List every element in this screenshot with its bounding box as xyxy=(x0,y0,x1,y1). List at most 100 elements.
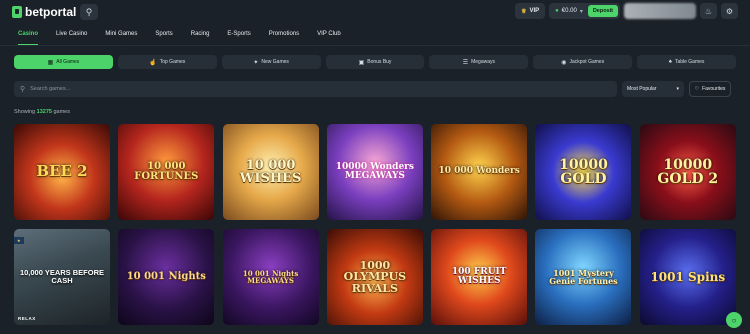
game-tile[interactable]: 100 FRUIT WISHES xyxy=(431,229,528,325)
layers-icon: ☰ xyxy=(462,59,469,66)
new-badge: ★ xyxy=(14,237,24,244)
game-title: BEE 2 xyxy=(36,162,88,181)
game-title: 10 000 WISHES xyxy=(239,157,302,186)
live-chat-button[interactable]: ○ xyxy=(726,312,742,328)
game-title: 1001 Spins xyxy=(650,269,726,284)
game-tile[interactable]: 10000 GOLD xyxy=(535,124,632,220)
category-all-games[interactable]: ▦ All Games xyxy=(14,55,113,69)
game-tile[interactable]: 1001 Mystery Genie Fortunes xyxy=(535,229,632,325)
category-jackpot-games[interactable]: ◉ Jackpot Games xyxy=(533,55,633,69)
bell-icon: ♨ xyxy=(704,6,713,16)
coin-icon: ● xyxy=(555,8,559,14)
gear-icon: ⚙ xyxy=(725,6,734,16)
game-grid: BEE 2 10 000 FORTUNES 10 000 WISHES 1000… xyxy=(14,124,736,325)
search-icon: ⚲ xyxy=(20,86,26,93)
main-nav: Casino Live Casino Mini Games Sports Rac… xyxy=(18,31,359,45)
results-number: 13275 xyxy=(36,109,52,115)
sort-dropdown[interactable]: Most Popular ▾ xyxy=(622,81,684,97)
logo-icon xyxy=(12,6,22,18)
game-tile[interactable]: 1000 OLYMPUS RIVALS xyxy=(326,229,423,325)
nav-tab-racing[interactable]: Racing xyxy=(191,31,210,45)
category-label: New Games xyxy=(261,59,289,65)
top-bar: betportal ⚲ ♕ VIP ● €0.00 ▾ Deposit ♨ ⚙ xyxy=(0,0,750,24)
game-title: 1000 OLYMPUS RIVALS xyxy=(343,259,407,295)
thumb-icon: ☝ xyxy=(149,59,157,66)
provider-label: RELAX xyxy=(18,316,36,321)
header-actions: ♕ VIP ● €0.00 ▾ Deposit ♨ ⚙ xyxy=(515,3,738,19)
vip-button[interactable]: ♕ VIP xyxy=(515,3,546,19)
game-title: 10000 GOLD 2 xyxy=(657,156,719,187)
header-search-button[interactable]: ⚲ xyxy=(80,4,98,20)
results-suffix: games xyxy=(53,109,70,115)
favourites-label: Favourites xyxy=(702,86,726,92)
wallet[interactable]: ● €0.00 ▾ Deposit xyxy=(549,3,620,19)
category-filters: ▦ All Games ☝ Top Games ✦ New Games ▣ Bo… xyxy=(14,55,737,69)
balance-display[interactable]: ● €0.00 ▾ xyxy=(555,8,583,15)
category-label: Megaways xyxy=(471,59,496,65)
nav-tab-promotions[interactable]: Promotions xyxy=(269,31,299,45)
heart-icon: ♡ xyxy=(694,86,700,92)
chevron-down-icon: ▾ xyxy=(579,8,583,15)
nav-tab-esports[interactable]: E-Sports xyxy=(227,31,250,45)
category-table-games[interactable]: ♠ Table Games xyxy=(637,55,737,69)
nav-tab-vip-club[interactable]: VIP Club xyxy=(317,31,341,45)
game-tile[interactable]: 10 000 WISHES xyxy=(222,124,319,220)
game-title: 10000 GOLD xyxy=(559,156,608,187)
category-label: Jackpot Games xyxy=(569,59,605,65)
nav-tab-casino[interactable]: Casino xyxy=(18,31,39,45)
chevron-down-icon: ▾ xyxy=(676,86,679,92)
nav-tab-sports[interactable]: Sports xyxy=(155,31,172,45)
vip-label: VIP xyxy=(529,8,540,14)
game-tile[interactable]: 10 000 Wonders xyxy=(431,124,528,220)
category-megaways[interactable]: ☰ Megaways xyxy=(429,55,529,69)
sparkle-icon: ✦ xyxy=(253,59,259,66)
notifications-button[interactable]: ♨ xyxy=(700,3,717,19)
game-tile[interactable]: ★ 10,000 YEARS BEFORE CASH RELAX xyxy=(14,229,110,325)
results-count: Showing 13275 games xyxy=(14,109,70,115)
settings-button[interactable]: ⚙ xyxy=(721,3,738,19)
game-title: 10 000 Wonders xyxy=(438,166,520,177)
game-tile[interactable]: 10 001 Nights MEGAWAYS xyxy=(222,229,319,325)
game-tile[interactable]: 10 000 FORTUNES xyxy=(118,124,215,220)
game-title: 10,000 YEARS BEFORE CASH xyxy=(19,268,105,285)
sort-value: Most Popular xyxy=(627,86,657,92)
nav-tab-live-casino[interactable]: Live Casino xyxy=(56,31,87,45)
game-tile[interactable]: 10000 Wonders MEGAWAYS xyxy=(326,124,423,220)
cart-icon: ▣ xyxy=(358,59,365,66)
search-icon: ⚲ xyxy=(85,6,93,17)
crown-icon: ♕ xyxy=(521,8,527,15)
game-tile[interactable]: BEE 2 xyxy=(14,124,110,220)
brand-logo[interactable]: betportal xyxy=(12,5,76,19)
grid-icon: ▦ xyxy=(47,59,54,66)
game-title: 10000 Wonders MEGAWAYS xyxy=(335,161,414,181)
game-tile[interactable]: 10000 GOLD 2 xyxy=(639,124,736,220)
game-search-input[interactable] xyxy=(30,86,611,92)
nav-tab-mini-games[interactable]: Mini Games xyxy=(105,31,137,45)
coin-icon: ◉ xyxy=(561,59,567,66)
results-prefix: Showing xyxy=(14,109,36,115)
category-label: Bonus Buy xyxy=(367,59,392,65)
game-title: 10 001 Nights MEGAWAYS xyxy=(242,268,299,285)
favourites-button[interactable]: ♡ Favourites xyxy=(689,81,731,97)
brand-name: betportal xyxy=(25,5,77,19)
search-row: ⚲ Most Popular ▾ ♡ Favourites xyxy=(14,81,736,97)
category-label: Table Games xyxy=(674,59,705,65)
category-bonus-buy[interactable]: ▣ Bonus Buy xyxy=(325,55,425,69)
category-label: All Games xyxy=(56,59,80,65)
category-label: Top Games xyxy=(159,59,186,65)
user-account-blurred[interactable] xyxy=(624,3,696,19)
game-title: 10 000 FORTUNES xyxy=(134,160,199,182)
balance-value: €0.00 xyxy=(561,8,577,14)
game-title: 100 FRUIT WISHES xyxy=(451,266,507,286)
game-title: 10 001 Nights xyxy=(126,270,206,282)
game-tile[interactable]: 1001 Spins xyxy=(639,229,736,325)
cards-icon: ♠ xyxy=(668,59,672,65)
category-top-games[interactable]: ☝ Top Games xyxy=(117,55,217,69)
category-new-games[interactable]: ✦ New Games xyxy=(221,55,321,69)
nav-divider xyxy=(0,45,750,46)
chat-icon: ○ xyxy=(731,315,737,325)
game-tile[interactable]: 10 001 Nights xyxy=(118,229,215,325)
deposit-button[interactable]: Deposit xyxy=(587,5,618,17)
game-search[interactable]: ⚲ xyxy=(14,81,617,97)
game-title: 1001 Mystery Genie Fortunes xyxy=(549,267,618,286)
